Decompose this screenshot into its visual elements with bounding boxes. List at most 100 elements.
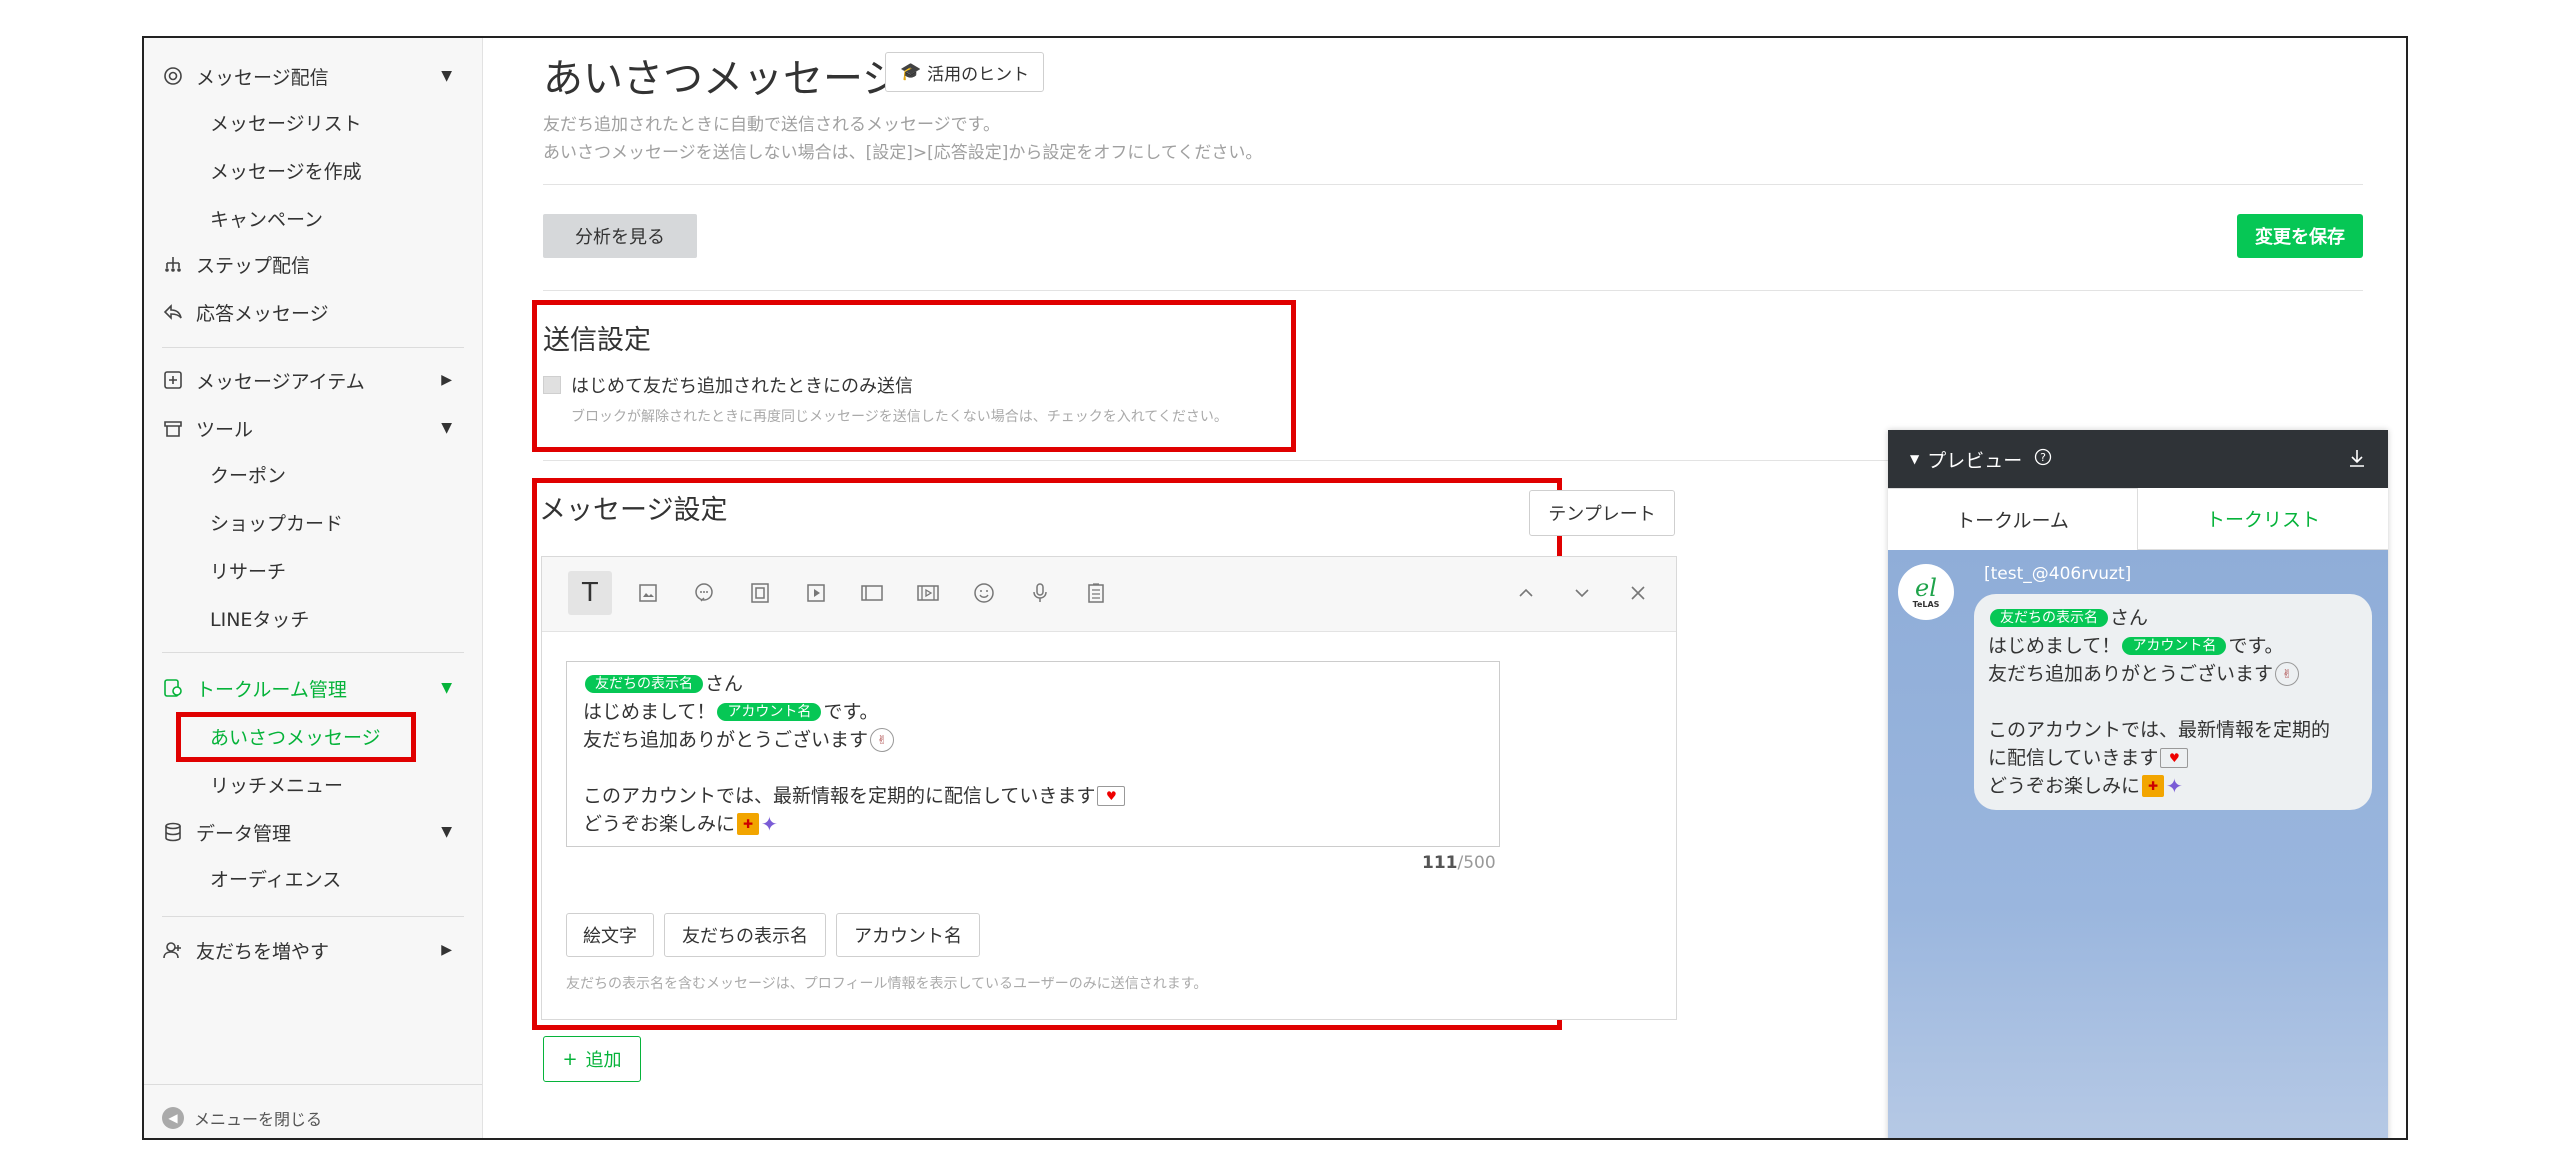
move-up-icon[interactable]: [1504, 571, 1548, 615]
preview-header[interactable]: ▼ プレビュー ?: [1888, 430, 2388, 488]
gift-emoji-icon: ✚: [737, 813, 760, 835]
nav-add-friends[interactable]: 友だちを増やす ▶: [144, 928, 482, 972]
nav-tools[interactable]: ツール ▼: [144, 406, 482, 450]
analysis-button[interactable]: 分析を見る: [543, 214, 697, 258]
save-button[interactable]: 変更を保存: [2237, 214, 2363, 258]
close-icon[interactable]: [1616, 571, 1660, 615]
reply-icon: [162, 301, 184, 323]
nav-data-mgmt[interactable]: データ管理 ▼: [144, 810, 482, 854]
display-name-tag: 友だちの表示名: [1990, 609, 2108, 627]
gift-emoji-icon: ✚: [2142, 775, 2165, 797]
nav-auto-reply[interactable]: 応答メッセージ: [144, 290, 482, 334]
caret-down-icon: ▼: [1910, 452, 1920, 466]
hint-button[interactable]: 🎓 活用のヒント: [885, 52, 1045, 92]
display-name-footnote: 友だちの表示名を含むメッセージは、プロフィール情報を表示しているユーザーのみに送…: [566, 976, 1208, 992]
send-settings-title: 送信設定: [543, 325, 651, 356]
avatar: el TeLAS: [1898, 564, 1954, 620]
emoji-tool-icon[interactable]: [962, 571, 1006, 615]
chevron-down-icon: ▼: [441, 68, 452, 84]
microphone-icon[interactable]: [1018, 571, 1062, 615]
chevron-down-icon: ▼: [441, 680, 452, 696]
char-counter: 111/500: [1422, 853, 1496, 873]
sidebar-divider: [144, 1084, 482, 1085]
message-editor: T 友だちの表示名 さん はじめまして！ アカウント名 です。 友だち追加ありがとうご…: [541, 556, 1677, 1020]
download-icon[interactable]: [2348, 448, 2366, 473]
video-tool-icon[interactable]: [794, 571, 838, 615]
nav-line-touch[interactable]: LINEタッチ: [210, 598, 309, 638]
nav-step-delivery[interactable]: ステップ配信: [144, 242, 482, 286]
account-name: [test_@406rvuzt]: [1984, 564, 2132, 584]
sidebar-divider: [162, 916, 464, 917]
nav-message-list[interactable]: メッセージリスト: [210, 102, 362, 142]
editor-toolbar: T: [542, 557, 1676, 632]
page-description: あいさつメッセージを送信しない場合は、[設定]>[応答設定]から設定をオフにして…: [543, 143, 1263, 163]
nav-research[interactable]: リサーチ: [210, 550, 286, 590]
graduation-cap-icon: 🎓: [900, 62, 922, 82]
app-window: メッセージ配信 ▼ メッセージリスト メッセージを作成 キャンペーン ステップ配…: [142, 36, 2408, 1140]
divider: [543, 290, 2363, 291]
insert-display-name-button[interactable]: 友だちの表示名: [664, 913, 826, 957]
sparkle-emoji-icon: ✦: [2166, 774, 2183, 798]
move-down-icon[interactable]: [1560, 571, 1604, 615]
coupon-tool-icon[interactable]: [738, 571, 782, 615]
nav-coupon[interactable]: クーポン: [210, 454, 286, 494]
page-description: 友だち追加されたときに自動で送信されるメッセージです。: [543, 115, 1000, 135]
sidebar: メッセージ配信 ▼ メッセージリスト メッセージを作成 キャンペーン ステップ配…: [144, 38, 483, 1138]
close-menu-button[interactable]: ◀ メニューを閉じる: [162, 1106, 322, 1130]
chevron-down-icon: ▼: [441, 420, 452, 436]
text-tool-icon[interactable]: T: [568, 571, 612, 615]
sidebar-divider: [162, 347, 464, 348]
love-letter-emoji-icon: ♥: [2160, 748, 2189, 768]
svg-text:?: ?: [2040, 451, 2046, 464]
checkbox-note: ブロックが解除されたときに再度同じメッセージを送信したくない場合は、チェックを入…: [571, 409, 1228, 425]
broadcast-icon: [162, 65, 184, 87]
talkroom-icon: [162, 677, 184, 699]
add-user-icon: [162, 939, 184, 961]
richvideo-tool-icon[interactable]: [906, 571, 950, 615]
sparkle-emoji-icon: ✦: [761, 812, 778, 836]
divider: [543, 184, 2363, 185]
chevron-left-icon: ◀: [162, 1107, 184, 1129]
peace-emoji-icon: ✌: [2275, 662, 2300, 686]
sidebar-divider: [162, 652, 464, 653]
plus-icon: +: [562, 1048, 578, 1070]
nav-message-items[interactable]: メッセージアイテム ▶: [144, 358, 482, 402]
checkbox-label: はじめて友だち追加されたときにのみ送信: [571, 376, 913, 397]
message-settings-title: メッセージ設定: [539, 495, 728, 526]
shop-icon: [162, 417, 184, 439]
stamp-tool-icon[interactable]: [682, 571, 726, 615]
account-name-tag: アカウント名: [717, 703, 822, 721]
account-name-tag: アカウント名: [2122, 637, 2227, 655]
preview-chat: el TeLAS [test_@406rvuzt] 友だちの表示名 さん はじめま…: [1888, 550, 2388, 1138]
brand-logo-icon: el: [1915, 573, 1937, 602]
page-title: あいさつメッセージ: [543, 56, 903, 102]
survey-tool-icon[interactable]: [1074, 571, 1118, 615]
display-name-tag: 友だちの表示名: [585, 675, 703, 693]
template-button[interactable]: テンプレート: [1529, 490, 1675, 536]
nav-campaign[interactable]: キャンペーン: [210, 198, 323, 238]
peace-emoji-icon: ✌: [870, 728, 895, 752]
tab-talkroom[interactable]: トークルーム: [1888, 488, 2138, 550]
message-textarea[interactable]: 友だちの表示名 さん はじめまして！ アカウント名 です。 友だち追加ありがとうござい…: [566, 661, 1500, 847]
message-bubble: 友だちの表示名 さん はじめまして！ アカウント名 です。 友だち追加ありがとうござい…: [1974, 594, 2372, 810]
nav-audience[interactable]: オーディエンス: [210, 858, 341, 898]
image-tool-icon[interactable]: [626, 571, 670, 615]
insert-account-name-button[interactable]: アカウント名: [836, 913, 980, 957]
preview-panel: ▼ プレビュー ? トークルーム トークリスト el TeLAS [test_@…: [1888, 430, 2388, 1138]
richmessage-tool-icon[interactable]: [850, 571, 894, 615]
database-icon: [162, 821, 184, 843]
add-message-button[interactable]: + 追加: [543, 1036, 641, 1082]
nav-create-message[interactable]: メッセージを作成: [210, 150, 362, 190]
nav-shop-card[interactable]: ショップカード: [210, 502, 343, 542]
plus-square-icon: [162, 369, 184, 391]
emoji-button[interactable]: 絵文字: [566, 913, 654, 957]
nav-rich-menu[interactable]: リッチメニュー: [210, 764, 343, 804]
help-icon[interactable]: ?: [2034, 448, 2052, 471]
nav-talkroom[interactable]: トークルーム管理 ▼: [144, 666, 482, 710]
first-time-only-checkbox[interactable]: [543, 376, 561, 394]
love-letter-emoji-icon: ♥: [1097, 786, 1126, 806]
step-tree-icon: [162, 253, 184, 275]
nav-message-delivery[interactable]: メッセージ配信 ▼: [144, 54, 482, 98]
tab-talklist[interactable]: トークリスト: [2138, 488, 2388, 550]
chevron-right-icon: ▶: [441, 372, 452, 388]
